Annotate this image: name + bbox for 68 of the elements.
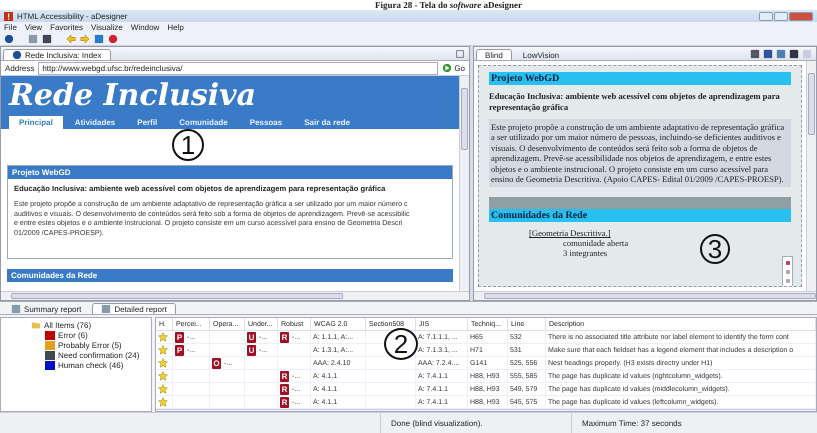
menu-item[interactable]: View xyxy=(24,22,42,32)
forward-arrow-icon[interactable] xyxy=(80,34,90,44)
menu-item[interactable]: Visualize xyxy=(91,22,123,32)
menu-item[interactable]: Help xyxy=(167,22,184,32)
report-tab[interactable]: Detailed report xyxy=(92,303,176,314)
tree-item[interactable]: Need confirmation (24) xyxy=(58,350,140,360)
section-title: Projeto WebGD xyxy=(8,166,452,179)
menu-item[interactable]: Window xyxy=(130,22,160,32)
tree-item[interactable]: Human check (46) xyxy=(58,360,124,370)
back-arrow-icon[interactable] xyxy=(66,34,76,44)
address-field[interactable]: http://www.webgd.ufsc.br/redeinclusiva/ xyxy=(38,62,438,74)
star-icon xyxy=(158,397,168,407)
window-title: HTML Accessibility - aDesigner xyxy=(17,12,128,20)
article-text: Este projeto propõe a construção de um ambiente adaptativo de representação gráfica a ser utilizado por um maior número de pessoas, incluindo-se deficientes auditivos e visuais. O desenvolvimento de conteúdos será feito sob a forma de objetos de aprendizagem. Prevê-se acessibilidade nos objetos de aprendizagem, e entre estes objetos e o ambiente instrucional. O projeto consiste em um curso acessível para ensino de Geometria Descritiva. (Apoio CAPES- Edital 01/2009 /CAPES-PROESP). xyxy=(489,119,791,188)
menu-item[interactable]: File xyxy=(4,22,17,32)
guideline-badge: R xyxy=(280,396,289,408)
section-title: Projeto WebGD xyxy=(489,72,791,85)
guideline-badge: R xyxy=(280,332,289,342)
nav-tab[interactable]: Principal xyxy=(9,116,63,129)
go-button[interactable]: Go xyxy=(442,63,465,73)
callout-number: 1 xyxy=(172,129,204,161)
view-tab[interactable]: Blind xyxy=(476,49,512,60)
star-icon xyxy=(158,332,168,342)
star-icon xyxy=(158,345,168,355)
minimize-button[interactable] xyxy=(759,12,773,20)
callout-number: 3 xyxy=(700,234,730,264)
scrollbar[interactable] xyxy=(1,291,469,300)
guideline-badge: P xyxy=(175,332,184,342)
editor-tab[interactable]: Rede Inclusiva: Index xyxy=(3,49,110,60)
community-info: comunidade aberta xyxy=(563,238,628,248)
star-icon xyxy=(158,371,168,381)
scrollbar[interactable] xyxy=(459,76,469,291)
tree-item[interactable]: Error (6) xyxy=(58,330,88,340)
menu-item[interactable]: Favorites xyxy=(50,22,83,32)
maximize-button[interactable] xyxy=(774,12,788,20)
nav-tab[interactable]: Sair da rede xyxy=(294,116,360,129)
nav-tab[interactable]: Comunidade xyxy=(169,116,238,129)
article-heading: Educação Inclusiva: ambiente web acessível com objetos de aprendizagem para representação gráfica xyxy=(489,91,781,113)
maximize-icon[interactable] xyxy=(455,49,465,59)
tree-item[interactable]: Probably Error (5) xyxy=(58,340,122,350)
mini-toolbar[interactable] xyxy=(782,256,793,286)
nav-tab[interactable]: Perfil xyxy=(127,116,168,129)
status-text: Maximum Time: 37 seconds xyxy=(571,413,692,433)
figure-caption: Figura 28 - Tela do software aDesigner xyxy=(374,0,522,10)
tree-item[interactable]: All Items (76) xyxy=(31,320,151,330)
nav-tab[interactable]: Pessoas xyxy=(240,116,292,129)
guideline-badge: R xyxy=(280,384,289,394)
guideline-badge: R xyxy=(280,370,289,382)
section-title: Comunidades da Rede xyxy=(489,209,791,222)
site-title: Rede Inclusiva xyxy=(9,78,258,114)
community-info: 3 integrantes xyxy=(563,248,608,258)
scrollbar[interactable] xyxy=(474,291,816,300)
close-button[interactable] xyxy=(789,12,813,20)
guideline-badge: U xyxy=(247,344,256,356)
app-icon xyxy=(4,12,13,20)
section-title: Comunidades da Rede xyxy=(7,269,453,282)
scrollbar[interactable] xyxy=(806,61,816,291)
status-text: Done (blind visualization). xyxy=(380,413,571,433)
view-tab[interactable]: LowVision xyxy=(514,49,568,60)
star-icon xyxy=(158,384,168,394)
nav-tab[interactable]: Atividades xyxy=(64,116,126,129)
report-tab[interactable]: Summary report xyxy=(2,303,90,314)
guideline-badge: U xyxy=(247,332,256,342)
folder-icon xyxy=(31,320,41,330)
guideline-badge: P xyxy=(175,344,184,356)
address-label: Address xyxy=(5,64,34,72)
guideline-badge: O xyxy=(212,358,221,368)
star-icon xyxy=(158,358,168,368)
